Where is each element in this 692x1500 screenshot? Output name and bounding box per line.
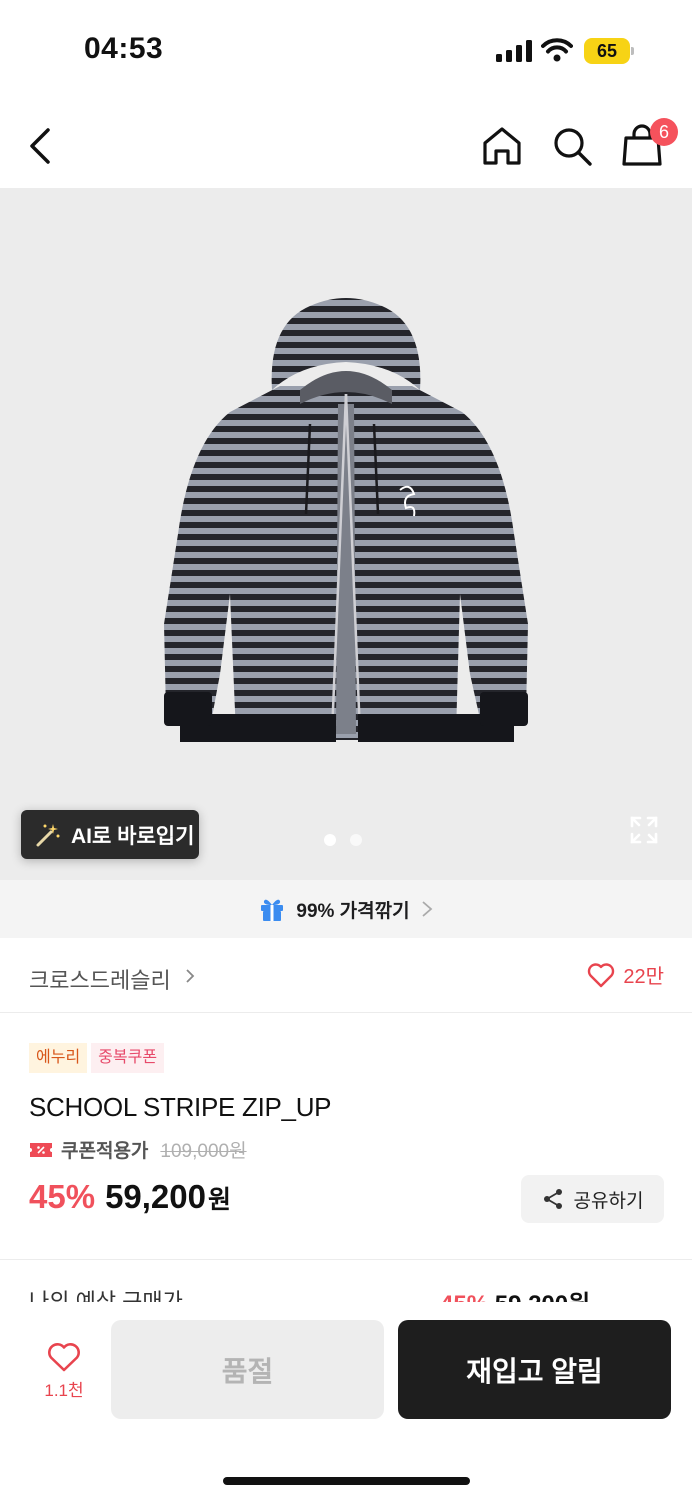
home-indicator[interactable] xyxy=(223,1477,470,1485)
coupon-ticket-icon xyxy=(30,1142,52,1157)
expected-price-label: 나의 예상 구매가 xyxy=(29,1289,183,1304)
expand-icon[interactable] xyxy=(628,814,660,846)
signal-icon xyxy=(496,40,532,62)
ai-try-on-button[interactable]: AI로 바로입기 xyxy=(21,810,199,859)
share-icon xyxy=(543,1189,562,1209)
coupon-price-row: 쿠폰적용가 109,000원 xyxy=(29,1136,247,1163)
brand-name-link[interactable]: 크로스드레슬리 xyxy=(29,963,171,995)
bottom-action-bar: 1.1천 품절 재입고 알림 xyxy=(0,1302,692,1500)
share-label: 공유하기 xyxy=(573,1190,644,1212)
gift-icon xyxy=(261,899,284,921)
expected-price-value: 45% 59,200원 xyxy=(440,1284,590,1304)
wishlist-button[interactable]: 1.1천 xyxy=(38,1342,90,1401)
chevron-right-icon xyxy=(186,969,195,983)
battery-cap xyxy=(631,47,634,55)
battery-icon: 65 xyxy=(584,38,634,64)
carousel-dot[interactable] xyxy=(350,834,362,846)
restock-alert-button[interactable]: 재입고 알림 xyxy=(398,1320,671,1419)
heart-icon xyxy=(588,962,615,987)
back-icon[interactable] xyxy=(26,126,56,166)
brand-like-button[interactable]: 22만 xyxy=(587,960,664,989)
status-bar: 04:53 65 xyxy=(0,0,692,100)
heart-icon xyxy=(48,1343,80,1372)
sale-price: 59,200 xyxy=(105,1178,206,1215)
ai-try-on-label: AI로 바로입기 xyxy=(71,824,195,848)
wishlist-count: 1.1천 xyxy=(44,1381,84,1400)
currency-unit: 원 xyxy=(208,1186,232,1214)
carousel-dot-active[interactable] xyxy=(324,834,336,846)
duplicate-coupon-badge: 중복쿠폰 xyxy=(91,1043,165,1073)
wifi-icon xyxy=(541,38,573,62)
enuri-badge: 에누리 xyxy=(29,1043,88,1073)
magic-wand-icon xyxy=(36,823,60,846)
cart-count-badge: 6 xyxy=(650,118,678,146)
section-divider xyxy=(0,1259,692,1260)
original-price: 109,000원 xyxy=(160,1141,247,1162)
coupon-price-label: 쿠폰적용가 xyxy=(61,1141,149,1162)
discount-rate: 45% xyxy=(29,1178,96,1215)
price-row: 45% 59,200 원 xyxy=(29,1178,231,1216)
product-title: SCHOOL STRIPE ZIP_UP xyxy=(29,1092,332,1122)
bargain-label: 99% 가격깎기 xyxy=(296,900,410,922)
carousel-indicator xyxy=(324,834,362,846)
chevron-right-icon xyxy=(422,901,432,917)
price-bargain-banner[interactable]: 99% 가격깎기 xyxy=(0,880,692,938)
brand-like-count: 22만 xyxy=(623,966,664,988)
search-icon[interactable] xyxy=(550,124,594,168)
brand-row: 크로스드레슬리 22만 xyxy=(0,938,692,1013)
soldout-button[interactable]: 품절 xyxy=(111,1320,384,1419)
expected-price-row[interactable]: 나의 예상 구매가 45% 59,200원 xyxy=(0,1280,692,1304)
home-icon[interactable] xyxy=(480,124,524,168)
product-image[interactable] xyxy=(160,294,532,750)
product-badges: 에누리 중복쿠폰 xyxy=(29,1043,165,1073)
product-image-carousel[interactable]: AI로 바로입기 xyxy=(0,188,692,880)
share-button[interactable]: 공유하기 xyxy=(521,1175,664,1223)
top-navigation: 6 xyxy=(0,100,692,188)
status-time: 04:53 xyxy=(84,32,164,65)
battery-level: 65 xyxy=(584,38,630,64)
